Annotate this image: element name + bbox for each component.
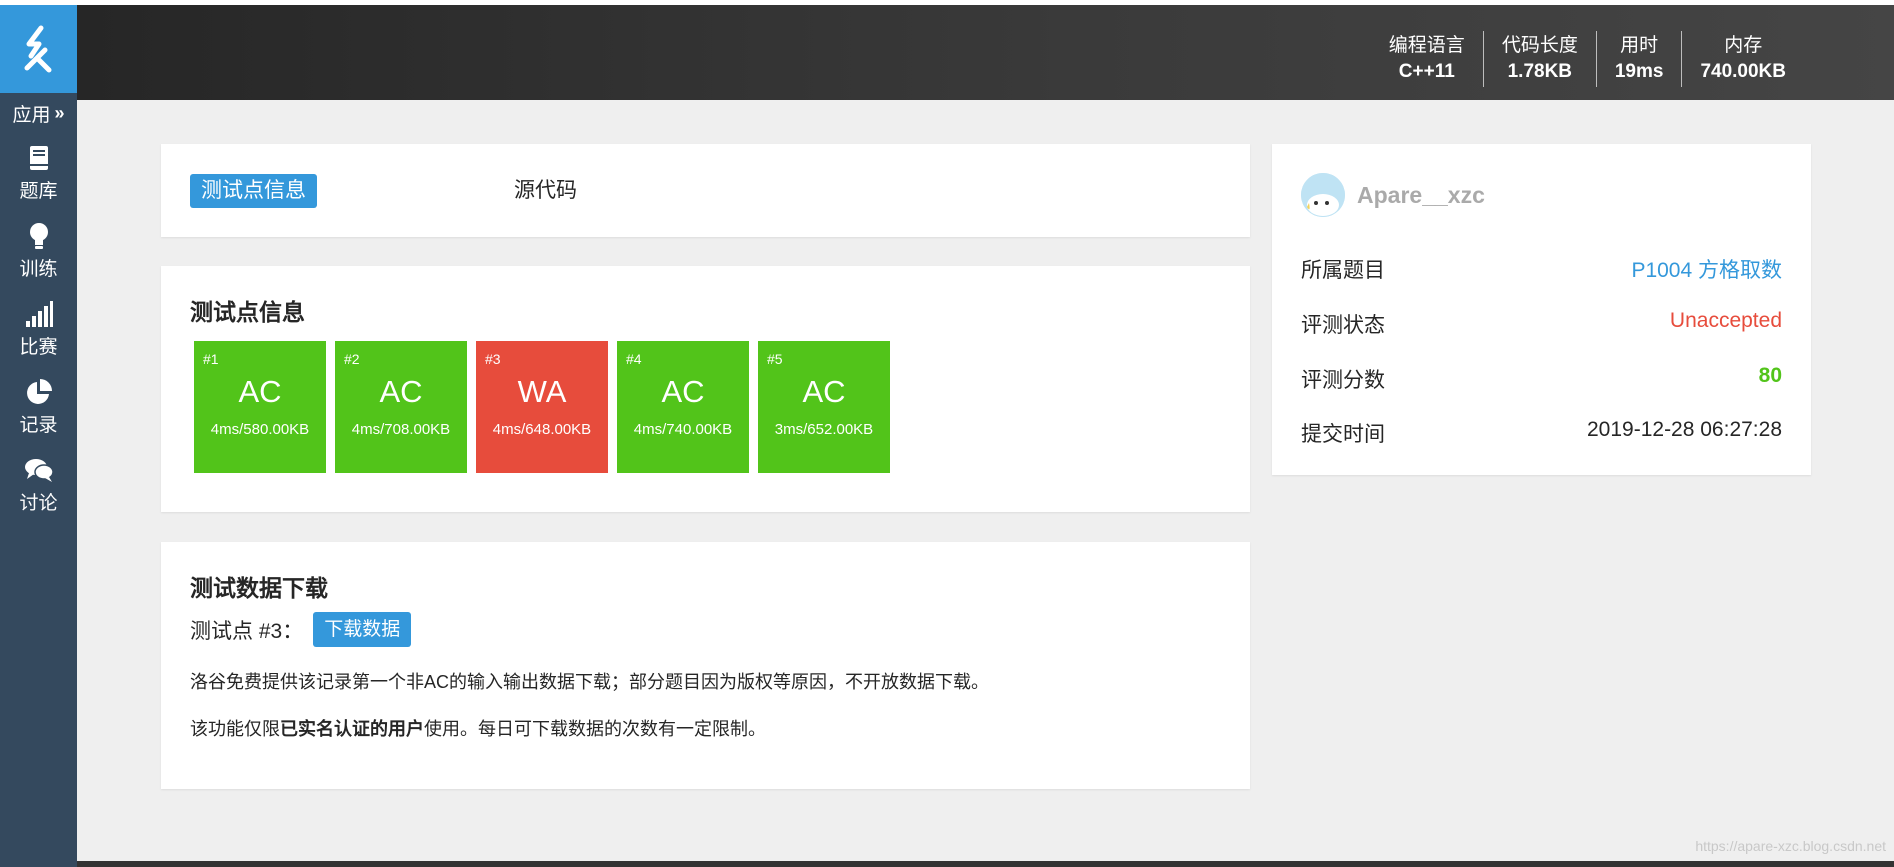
luogu-logo-icon — [24, 25, 51, 73]
judge-score: 80 — [1758, 364, 1782, 387]
stat-key: 内存 — [1724, 35, 1763, 56]
testcase-stat: 4ms/648.00KB — [492, 421, 592, 438]
double-chevron-right-icon: » — [54, 102, 65, 123]
problem-link[interactable]: P1004 方格取数 — [1631, 254, 1782, 284]
testcase-id: #3 — [485, 351, 501, 367]
info-key: 提交时间 — [1301, 423, 1385, 446]
sidebar-item-problemset[interactable]: 题库 — [0, 133, 77, 211]
logo[interactable] — [0, 5, 77, 93]
tab-testcase-info[interactable]: 测试点信息 — [190, 174, 317, 208]
info-key: 评测分数 — [1301, 369, 1385, 392]
bottom-bar — [77, 861, 1894, 867]
lightbulb-icon — [29, 220, 49, 252]
info-key: 评测状态 — [1301, 314, 1385, 337]
stat-value: 19ms — [1614, 61, 1664, 82]
download-restriction-note: 该功能仅限已实名认证的用户使用。每日可下载数据的次数有一定限制。 — [190, 715, 766, 741]
book-icon — [28, 142, 50, 174]
header-bar: 编程语言 C++11 代码长度 1.78KB 用时 19ms 内存 740.00… — [77, 5, 1894, 100]
testcase-2[interactable]: #2 AC 4ms/708.00KB — [335, 341, 467, 473]
testcase-stat: 4ms/740.00KB — [633, 421, 733, 438]
sidebar-item-record[interactable]: 记录 — [0, 367, 77, 445]
sidebar: 应用 » 题库 训练 比赛 记录 讨论 — [0, 5, 77, 867]
stat-language: 编程语言 C++11 — [1371, 31, 1483, 87]
sidebar-item-label: 讨论 — [19, 492, 58, 514]
note-text: 使用。每日可下载数据的次数有一定限制。 — [424, 719, 766, 739]
pie-chart-icon — [25, 376, 53, 408]
download-card: 测试数据下载 测试点 #3： 下载数据 洛谷免费提供该记录第一个非AC的输入输出… — [161, 542, 1250, 789]
testcase-stat: 4ms/580.00KB — [210, 421, 310, 438]
username: Apare__xzc — [1357, 181, 1485, 208]
testcase-status: AC — [238, 374, 282, 409]
testcase-status: WA — [517, 374, 567, 409]
stat-memory: 内存 740.00KB — [1681, 31, 1804, 87]
sidebar-item-label: 记录 — [19, 414, 58, 436]
sidebar-item-contest[interactable]: 比赛 — [0, 289, 77, 367]
watermark: https://apare-xzc.blog.csdn.net — [1695, 838, 1886, 854]
download-note: 洛谷免费提供该记录第一个非AC的输入输出数据下载；部分题目因为版权等原因，不开放… — [190, 672, 990, 692]
testcases-card: 测试点信息 #1 AC 4ms/580.00KB #2 AC 4ms/708.0… — [161, 266, 1250, 512]
section-title: 测试数据下载 — [190, 575, 328, 601]
stat-code-length: 代码长度 1.78KB — [1482, 31, 1596, 87]
testcase-stat: 4ms/708.00KB — [351, 421, 451, 438]
note-text: 该功能仅限 — [190, 719, 280, 739]
testcase-id: #2 — [344, 351, 360, 367]
testcase-status: AC — [661, 374, 705, 409]
apps-label: 应用 — [12, 104, 51, 126]
judge-status: Unaccepted — [1669, 309, 1782, 332]
testcase-4[interactable]: #4 AC 4ms/740.00KB — [617, 341, 749, 473]
sidebar-item-label: 训练 — [19, 258, 58, 280]
info-row-status: 评测状态 Unaccepted — [1301, 309, 1782, 339]
chat-bubbles-icon — [24, 454, 54, 486]
user-info[interactable]: Apare__xzc — [1301, 173, 1485, 217]
info-row-score: 评测分数 80 — [1301, 364, 1782, 394]
note-bold-text: 已实名认证的用户 — [280, 719, 424, 739]
testcase-status: AC — [802, 374, 846, 409]
testcase-1[interactable]: #1 AC 4ms/580.00KB — [194, 341, 326, 473]
testcase-3[interactable]: #3 WA 4ms/648.00KB — [476, 341, 608, 473]
info-row-problem: 所属题目 P1004 方格取数 — [1301, 254, 1782, 284]
info-row-submit-time: 提交时间 2019-12-28 06:27:28 — [1301, 418, 1782, 448]
submit-time: 2019-12-28 06:27:28 — [1587, 418, 1782, 441]
stat-value: 1.78KB — [1507, 61, 1573, 82]
testcase-id: #4 — [626, 351, 642, 367]
testcase-id: #1 — [203, 351, 219, 367]
testcase-stat: 3ms/652.00KB — [774, 421, 874, 438]
apps-menu[interactable]: 应用 » — [0, 93, 77, 133]
tab-source-code[interactable]: 源代码 — [503, 174, 588, 208]
download-data-button[interactable]: 下载数据 — [313, 612, 412, 647]
section-title: 测试点信息 — [190, 299, 305, 325]
tabs-card: 测试点信息 源代码 — [161, 144, 1250, 237]
download-label: 测试点 #3： — [190, 619, 304, 643]
stat-value: 740.00KB — [1700, 61, 1786, 82]
sidebar-item-discuss[interactable]: 讨论 — [0, 445, 77, 523]
record-stats: 编程语言 C++11 代码长度 1.78KB 用时 19ms 内存 740.00… — [1371, 31, 1804, 87]
testcase-id: #5 — [767, 351, 783, 367]
sidebar-item-label: 题库 — [19, 180, 58, 202]
stat-time: 用时 19ms — [1595, 31, 1682, 87]
info-key: 所属题目 — [1301, 259, 1385, 282]
sidebar-item-label: 比赛 — [19, 336, 58, 358]
avatar — [1301, 173, 1345, 217]
testcase-5[interactable]: #5 AC 3ms/652.00KB — [758, 341, 890, 473]
testcase-list: #1 AC 4ms/580.00KB #2 AC 4ms/708.00KB #3… — [194, 341, 899, 473]
stat-key: 用时 — [1620, 35, 1659, 56]
record-info-card: Apare__xzc 所属题目 P1004 方格取数 评测状态 Unaccept… — [1272, 144, 1811, 475]
signal-bars-icon — [25, 298, 53, 330]
testcase-status: AC — [379, 374, 423, 409]
stat-key: 编程语言 — [1388, 35, 1465, 56]
sidebar-item-training[interactable]: 训练 — [0, 211, 77, 289]
download-row: 测试点 #3： 下载数据 — [190, 612, 412, 647]
stat-value: C++11 — [1398, 61, 1455, 82]
stat-key: 代码长度 — [1501, 35, 1578, 56]
